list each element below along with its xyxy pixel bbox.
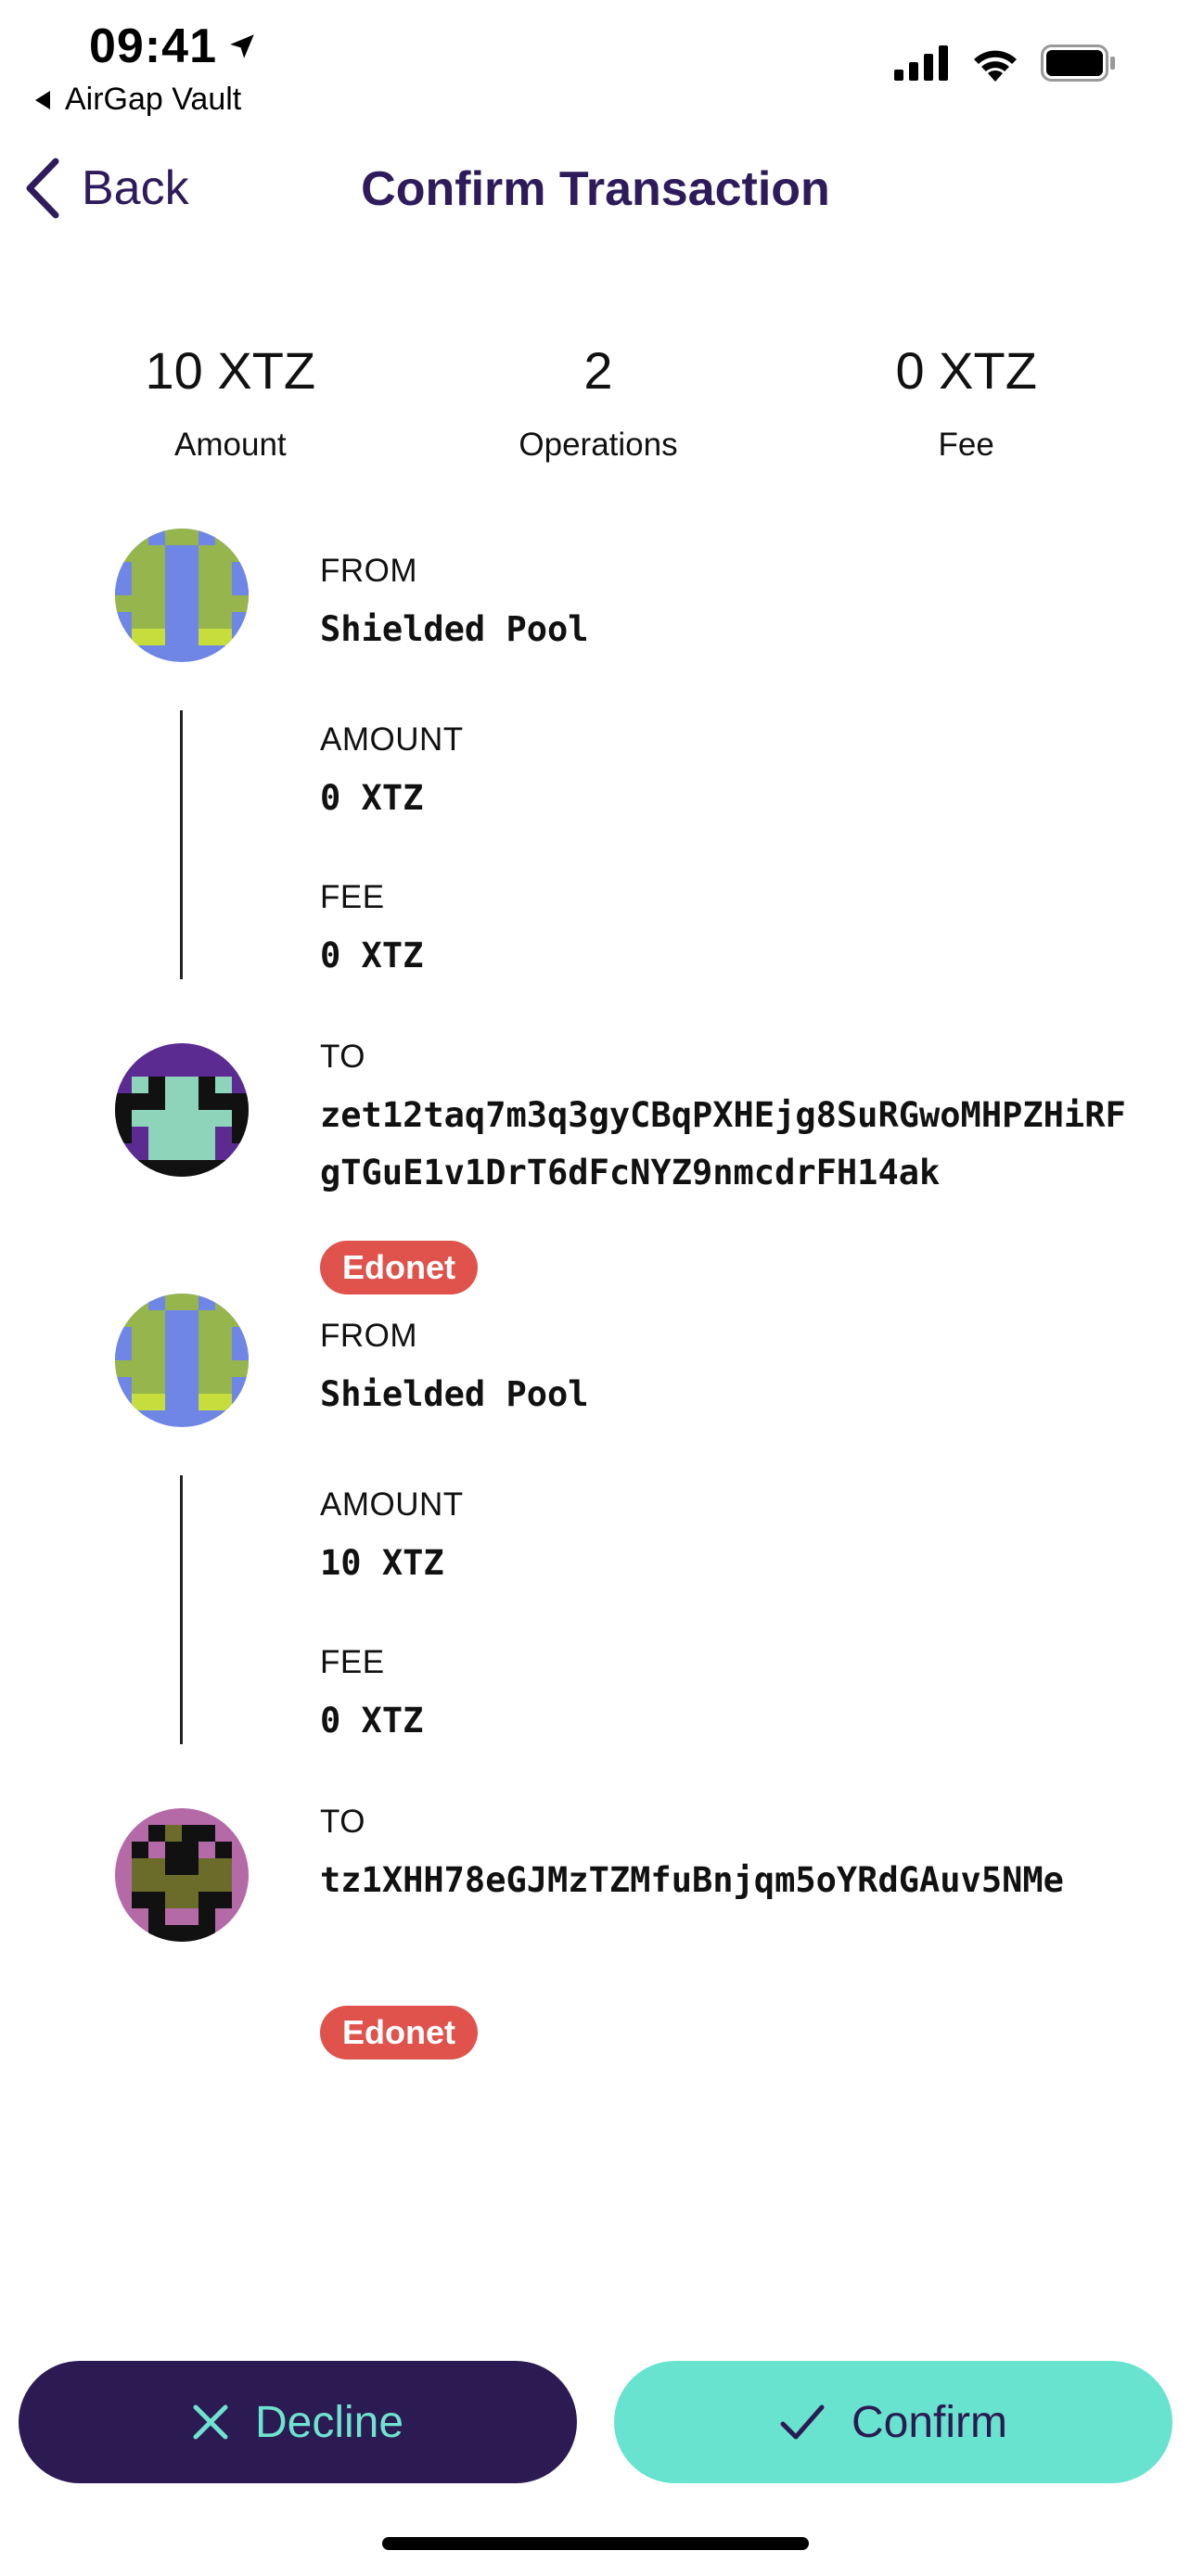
fee-value: 0 XTZ	[320, 1701, 424, 1741]
location-arrow-icon	[230, 34, 254, 58]
to-field: TO zet12taq7m3q3gyCBqPXHEjg8SuRGwoMHPZHi…	[320, 1039, 1146, 1202]
back-to-app-link[interactable]: AirGap Vault	[33, 82, 241, 118]
transaction-summary: 10 XTZ Amount 2 Operations 0 XTZ Fee	[46, 334, 1150, 464]
decline-button-label: Decline	[254, 2397, 404, 2447]
fee-field: FEE 0 XTZ	[320, 879, 1146, 985]
amount-value: 10 XTZ	[320, 1543, 444, 1583]
navigation-bar: Back Confirm Transaction	[0, 148, 1191, 232]
to-field: TO tz1XHH78eGJMzTZMfuBnjqm5oYRdGAuv5NMe	[320, 1804, 1146, 1909]
summary-fee: 0 XTZ Fee	[782, 334, 1150, 464]
amount-value: 0 XTZ	[320, 778, 424, 818]
network-badge: Edonet	[320, 2006, 478, 2060]
amount-label: AMOUNT	[320, 1486, 464, 1523]
wifi-icon	[974, 50, 1017, 82]
status-bar: 09:41 AirGap Vault	[0, 0, 1191, 130]
from-field: FROM Shielded Pool	[320, 1318, 1146, 1423]
fee-label: FEE	[320, 879, 385, 915]
to-label: TO	[320, 1804, 365, 1840]
system-icons	[894, 45, 1117, 82]
decline-button[interactable]: Decline	[19, 2361, 577, 2483]
fee-field: FEE 0 XTZ	[320, 1644, 1146, 1750]
summary-operations: 2 Operations	[415, 334, 783, 464]
confirm-button-label: Confirm	[851, 2397, 1008, 2447]
from-value: Shielded Pool	[320, 609, 589, 649]
from-value: Shielded Pool	[320, 1374, 589, 1414]
amount-field: AMOUNT 10 XTZ	[320, 1486, 1146, 1592]
fee-value: 0 XTZ	[320, 936, 424, 976]
from-label: FROM	[320, 553, 418, 589]
amount-field: AMOUNT 0 XTZ	[320, 721, 1146, 827]
to-address: tz1XHH78eGJMzTZMfuBnjqm5oYRdGAuv5NMe	[320, 1860, 1064, 1900]
amount-label: AMOUNT	[320, 721, 464, 758]
summary-amount: 10 XTZ Amount	[46, 334, 415, 464]
from-field: FROM Shielded Pool	[320, 553, 1146, 658]
back-triangle-icon	[35, 90, 50, 109]
confirm-button[interactable]: Confirm	[614, 2361, 1172, 2483]
fee-label: FEE	[320, 1644, 385, 1680]
summary-fee-label: Fee	[938, 427, 994, 463]
summary-fee-value: 0 XTZ	[895, 341, 1037, 400]
status-time-group: 09:41	[89, 19, 258, 74]
battery-icon	[1041, 45, 1115, 82]
to-address: zet12taq7m3q3gyCBqPXHEjg8SuRGwoMHPZHiRFg…	[320, 1095, 1126, 1192]
checkmark-icon	[780, 2404, 825, 2440]
to-identicon-avatar	[115, 1043, 249, 1177]
back-app-label: AirGap Vault	[65, 82, 242, 117]
from-identicon-avatar	[115, 529, 249, 662]
status-time: 09:41	[89, 19, 217, 73]
timeline-connector	[180, 1475, 183, 1744]
summary-amount-value: 10 XTZ	[145, 341, 316, 400]
timeline-connector	[180, 710, 183, 979]
network-badge: Edonet	[320, 1241, 478, 1294]
page-title: Confirm Transaction	[361, 162, 830, 216]
cellular-signal-icon	[894, 45, 948, 81]
to-identicon-avatar	[115, 1808, 249, 1942]
from-label: FROM	[320, 1318, 418, 1354]
home-indicator[interactable]	[382, 2537, 809, 2550]
close-icon	[193, 2404, 228, 2440]
from-identicon-avatar	[115, 1294, 249, 1427]
to-label: TO	[320, 1039, 365, 1075]
summary-amount-label: Amount	[174, 427, 287, 463]
summary-operations-value: 2	[583, 341, 613, 400]
summary-operations-label: Operations	[519, 427, 678, 463]
